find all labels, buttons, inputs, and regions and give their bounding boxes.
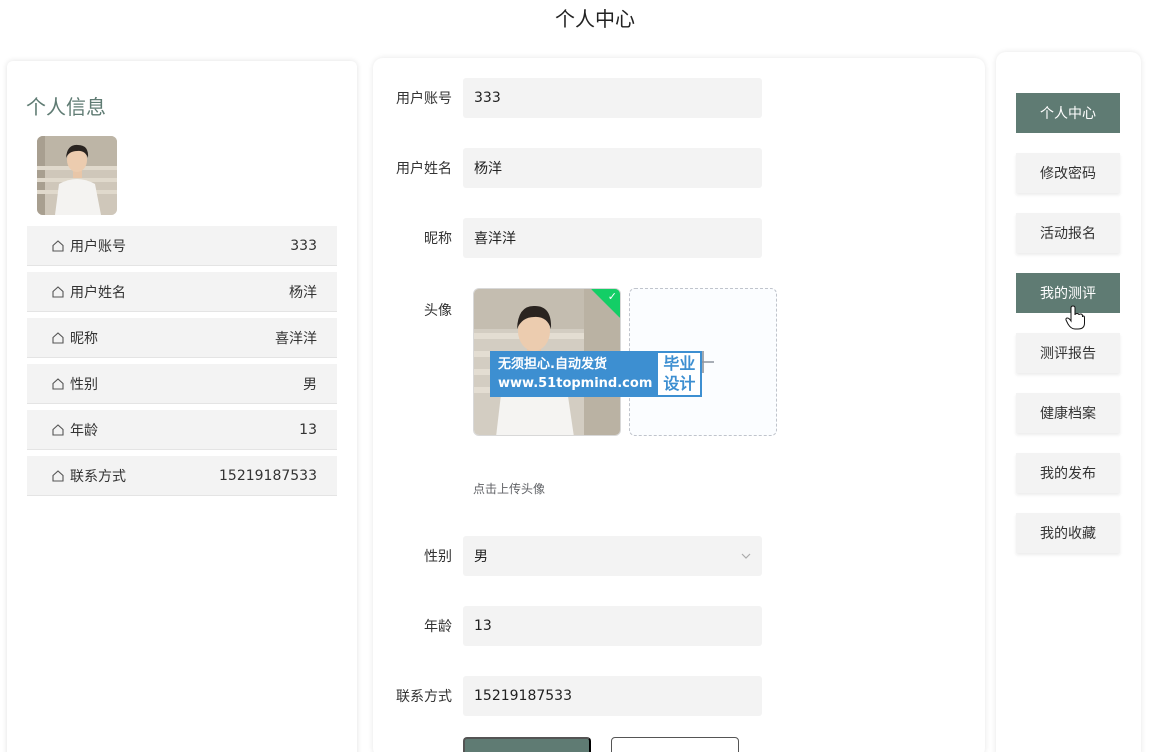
home-icon [51,377,65,391]
menu-item-health-records[interactable]: 健康档案 [1016,393,1120,433]
nickname-label: 昵称 [424,231,452,247]
chevron-down-icon [741,553,751,559]
info-value: 喜洋洋 [275,330,317,347]
home-icon [51,239,65,253]
info-row-account: 用户账号 333 [27,226,337,266]
watermark-side2: 设计 [663,374,696,393]
profile-info-title: 个人信息 [26,95,106,119]
info-row-gender: 性别 男 [27,364,337,404]
nickname-input[interactable]: 喜洋洋 [463,218,762,258]
info-row-age: 年龄 13 [27,410,337,450]
home-icon [51,469,65,483]
info-row-phone: 联系方式 15219187533 [27,456,337,496]
info-label: 用户账号 [70,238,126,255]
name-input[interactable]: 杨洋 [463,148,762,188]
watermark-line1: 无须担心.自动发货 [498,357,607,372]
form-row-gender: 性别 男 [373,536,762,576]
menu-item-assessment-report[interactable]: 测评报告 [1016,333,1120,373]
info-label: 昵称 [70,330,98,347]
update-info-button[interactable] [463,737,591,752]
info-value: 杨洋 [289,284,317,301]
info-value: 男 [303,376,317,393]
profile-edit-form: 用户账号 333 用户姓名 杨洋 昵称 喜洋洋 头像 ✓ 无须担心.自动发货 w… [373,58,985,752]
form-row-phone: 联系方式 15219187533 [373,676,762,716]
menu-item-my-favorites[interactable]: 我的收藏 [1016,513,1120,553]
profile-info-panel: 个人信息 用户账号 333 用户姓名 杨洋 昵称 喜洋洋 性别 男 年龄 13 … [7,61,357,752]
menu-item-activity-signup[interactable]: 活动报名 [1016,213,1120,253]
form-row-name: 用户姓名 杨洋 [373,148,762,188]
home-icon [51,331,65,345]
gender-select-value: 男 [474,549,488,565]
age-input[interactable]: 13 [463,606,762,646]
check-icon: ✓ [607,290,617,303]
account-label: 用户账号 [396,91,452,107]
menu-item-change-password[interactable]: 修改密码 [1016,153,1120,193]
info-label: 性别 [70,376,98,393]
form-row-nickname: 昵称 喜洋洋 [373,218,762,258]
menu-item-personal-center[interactable]: 个人中心 [1016,93,1120,133]
gender-label: 性别 [424,549,452,565]
account-input[interactable]: 333 [463,78,762,118]
info-label: 用户姓名 [70,284,126,301]
avatar [37,136,117,215]
logout-button[interactable] [611,737,739,752]
name-label: 用户姓名 [396,161,452,177]
home-icon [51,423,65,437]
avatar-label: 头像 [424,303,452,319]
info-label: 联系方式 [70,468,126,485]
form-row-age: 年龄 13 [373,606,762,646]
watermark-side1: 毕业 [663,354,696,373]
watermark-line2: www.51topmind.com [498,376,653,391]
info-value: 13 [299,421,317,438]
info-label: 年龄 [70,422,98,439]
phone-input[interactable]: 15219187533 [463,676,762,716]
info-value: 15219187533 [219,467,317,484]
info-row-name: 用户姓名 杨洋 [27,272,337,312]
phone-label: 联系方式 [396,689,452,705]
home-icon [51,285,65,299]
avatar-upload-tip: 点击上传头像 [473,482,546,496]
info-row-nickname: 昵称 喜洋洋 [27,318,337,358]
info-value: 333 [290,237,317,254]
form-row-account: 用户账号 333 [373,78,762,118]
user-center-menu: 个人中心 修改密码 活动报名 我的测评 测评报告 健康档案 我的发布 我的收藏 [996,52,1141,752]
watermark-logo: 无须担心.自动发货 www.51topmind.com 毕业 设计 [490,351,703,397]
menu-item-my-posts[interactable]: 我的发布 [1016,453,1120,493]
profile-info-list: 用户账号 333 用户姓名 杨洋 昵称 喜洋洋 性别 男 年龄 13 联系方式 … [27,226,337,502]
gender-select[interactable]: 男 [463,536,762,576]
page-title: 个人中心 [555,7,635,31]
age-label: 年龄 [424,619,452,635]
hand-cursor-icon [1065,305,1085,330]
